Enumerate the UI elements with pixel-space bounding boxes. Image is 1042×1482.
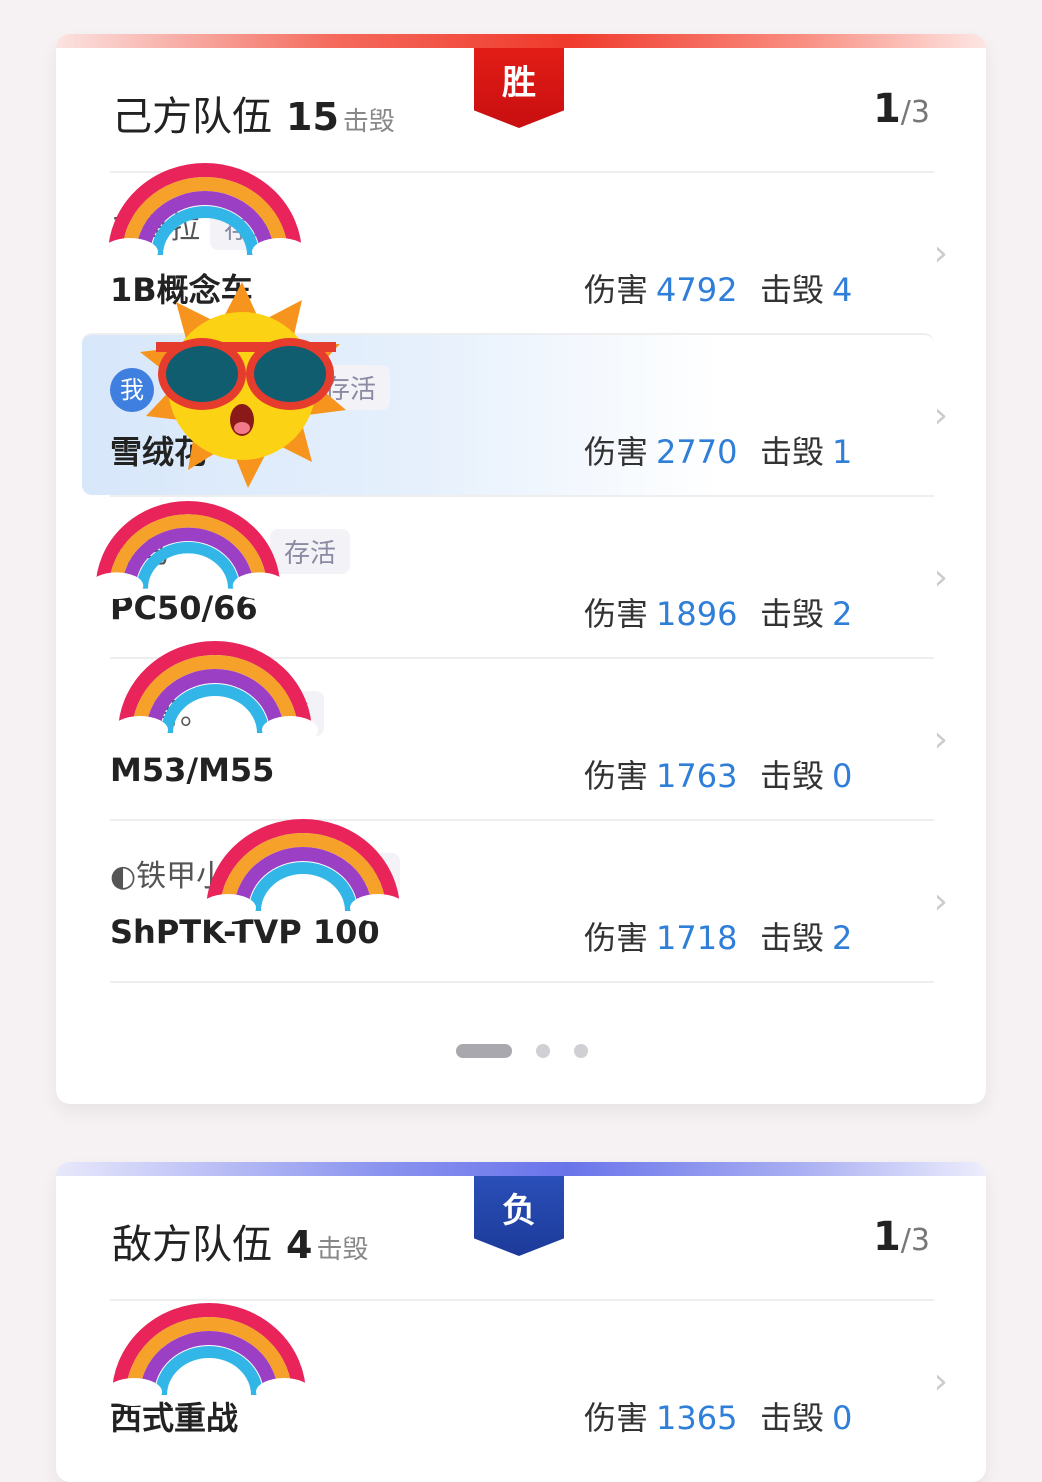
rainbow-sticker-icon <box>112 641 318 744</box>
kills-value: 2 <box>832 919 853 957</box>
enemy-team-title-row: 敌方队伍 4 击毁 <box>112 1212 368 1270</box>
vehicle-name: M53/M55 <box>110 751 275 789</box>
damage-value: 1763 <box>656 757 738 795</box>
sun-sunglasses-sticker-icon <box>140 282 346 488</box>
kills-value: 4 <box>832 271 853 309</box>
chevron-right-icon[interactable]: › <box>934 557 948 598</box>
damage-value: 1896 <box>656 595 738 633</box>
chevron-right-icon[interactable]: › <box>934 1361 948 1402</box>
ally-result-bar <box>56 34 986 48</box>
kills-value: 1 <box>832 433 853 471</box>
enemy-page-total: /3 <box>900 1223 930 1258</box>
kills-value: 0 <box>832 757 853 795</box>
damage-value: 4792 <box>656 271 738 309</box>
page-dot-active[interactable] <box>456 1043 512 1058</box>
kills-label: 击毁 <box>760 271 825 309</box>
kills-label: 击毁 <box>760 757 825 795</box>
damage-label: 伤害 <box>584 271 649 309</box>
defeat-ribbon: 负 <box>474 1176 564 1256</box>
kills-stat: 击毁 2 <box>760 589 852 635</box>
kills-label: 击毁 <box>760 1399 825 1437</box>
kills-stat: 击毁 1 <box>760 427 852 473</box>
damage-stat: 伤害 1365 <box>584 1393 737 1439</box>
ally-page-total: /3 <box>900 95 930 130</box>
enemy-result-bar <box>56 1162 986 1176</box>
damage-value: 1718 <box>656 919 738 957</box>
kills-value: 2 <box>832 595 853 633</box>
ally-team-kills-unit: 击毁 <box>342 107 395 137</box>
damage-stat: 伤害 1896 <box>584 589 737 635</box>
chevron-right-icon[interactable]: › <box>934 233 948 274</box>
enemy-team-kills: 4 <box>286 1223 313 1267</box>
rainbow-sticker-icon <box>106 1303 312 1406</box>
enemy-team-kills-unit: 击毁 <box>316 1235 369 1265</box>
enemy-team-title: 敌方队伍 <box>112 1222 272 1268</box>
victory-ribbon: 胜 <box>474 48 564 128</box>
kills-label: 击毁 <box>760 595 825 633</box>
kills-stat: 击毁 0 <box>760 1393 852 1439</box>
damage-stat: 伤害 1763 <box>584 751 737 797</box>
damage-label: 伤害 <box>584 433 649 471</box>
enemy-page-current: 1 <box>872 1214 901 1260</box>
kills-label: 击毁 <box>760 433 825 471</box>
damage-stat: 伤害 2770 <box>584 427 737 473</box>
ally-page-current: 1 <box>872 86 901 132</box>
damage-value: 2770 <box>656 433 738 471</box>
rainbow-sticker-icon <box>102 163 308 266</box>
rainbow-sticker-icon <box>89 501 287 600</box>
page-dot[interactable] <box>536 1043 550 1058</box>
kills-value: 0 <box>832 1399 853 1437</box>
damage-label: 伤害 <box>584 1399 649 1437</box>
ally-page-indicator: 1/3 <box>873 86 930 132</box>
damage-label: 伤害 <box>584 757 649 795</box>
damage-stat: 伤害 4792 <box>584 265 737 311</box>
ally-team-title: 己方队伍 <box>112 94 272 140</box>
page-dot[interactable] <box>574 1043 588 1058</box>
kills-stat: 击毁 0 <box>760 751 852 797</box>
damage-label: 伤害 <box>584 595 649 633</box>
chevron-right-icon[interactable]: › <box>934 881 948 922</box>
ally-team-title-row: 己方队伍 15 击毁 <box>112 84 395 142</box>
pagination-dots[interactable] <box>456 1040 612 1059</box>
damage-stat: 伤害 1718 <box>584 913 737 959</box>
damage-label: 伤害 <box>584 919 649 957</box>
chevron-right-icon[interactable]: › <box>934 719 948 760</box>
enemy-page-indicator: 1/3 <box>873 1214 930 1260</box>
kills-stat: 击毁 4 <box>760 265 852 311</box>
rainbow-sticker-icon <box>200 819 406 922</box>
ally-team-kills: 15 <box>286 95 339 139</box>
kills-label: 击毁 <box>760 919 825 957</box>
kills-stat: 击毁 2 <box>760 913 852 959</box>
damage-value: 1365 <box>656 1399 738 1437</box>
chevron-right-icon[interactable]: › <box>934 395 948 436</box>
